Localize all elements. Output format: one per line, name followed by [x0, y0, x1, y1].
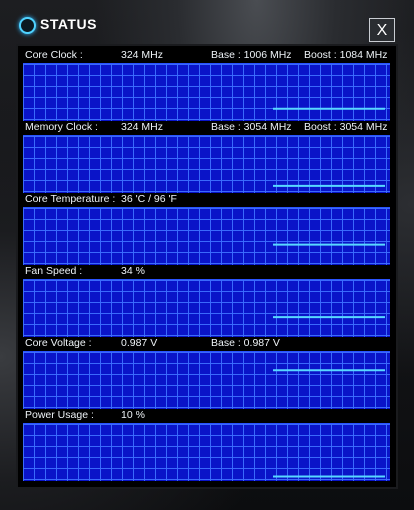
- memory-clock-label-row: Memory Clock : 324 MHz Base : 3054 MHz B…: [23, 120, 390, 134]
- core-clock-base: Base : 1006 MHz: [211, 49, 292, 61]
- core-voltage-label-row: Core Voltage : 0.987 V Base : 0.987 V: [23, 336, 390, 350]
- trace-line: [273, 475, 385, 478]
- core-temperature-graph: [23, 207, 390, 265]
- core-temperature-label-row: Core Temperature : 36 'C / 96 'F: [23, 192, 390, 206]
- window-frame: STATUS X Core Clock : 324 MHz Base : 100…: [0, 0, 414, 510]
- core-clock-graph: [23, 63, 390, 121]
- trace-line: [273, 107, 385, 110]
- core-clock-boost: Boost : 1084 MHz: [304, 49, 388, 61]
- core-voltage-graph: [23, 351, 390, 409]
- memory-clock-value: 324 MHz: [121, 121, 164, 133]
- fan-speed-label-row: Fan Speed : 34 %: [23, 264, 390, 278]
- window-title: STATUS: [40, 16, 97, 32]
- core-clock-value: 324 MHz: [121, 49, 164, 61]
- power-usage-section: Power Usage : 10 %: [23, 408, 390, 481]
- power-ring-icon: [19, 17, 36, 34]
- trace-line: [273, 369, 385, 372]
- memory-clock-section: Memory Clock : 324 MHz Base : 3054 MHz B…: [23, 120, 390, 193]
- core-clock-label-row: Core Clock : 324 MHz Base : 1006 MHz Boo…: [23, 48, 390, 62]
- trace-line: [273, 184, 385, 187]
- trace-line: [273, 243, 385, 246]
- trace-line: [273, 316, 385, 319]
- power-usage-graph: [23, 423, 390, 481]
- core-voltage-label: Core Voltage :: [25, 337, 92, 349]
- power-usage-value: 10 %: [121, 409, 145, 421]
- core-temperature-value: 36 'C / 96 'F: [121, 193, 177, 205]
- power-usage-label-row: Power Usage : 10 %: [23, 408, 390, 422]
- close-button[interactable]: X: [369, 18, 395, 42]
- status-panel: Core Clock : 324 MHz Base : 1006 MHz Boo…: [16, 44, 398, 489]
- fan-speed-graph: [23, 279, 390, 337]
- core-voltage-base: Base : 0.987 V: [211, 337, 280, 349]
- memory-clock-boost: Boost : 3054 MHz: [304, 121, 388, 133]
- fan-speed-value: 34 %: [121, 265, 145, 277]
- core-voltage-value: 0.987 V: [121, 337, 158, 349]
- title-bar[interactable]: STATUS X: [0, 0, 414, 44]
- core-clock-label: Core Clock :: [25, 49, 83, 61]
- core-temperature-section: Core Temperature : 36 'C / 96 'F: [23, 192, 390, 265]
- fan-speed-section: Fan Speed : 34 %: [23, 264, 390, 337]
- core-voltage-section: Core Voltage : 0.987 V Base : 0.987 V: [23, 336, 390, 409]
- core-temperature-label: Core Temperature :: [25, 193, 116, 205]
- memory-clock-base: Base : 3054 MHz: [211, 121, 292, 133]
- fan-speed-label: Fan Speed :: [25, 265, 83, 277]
- core-clock-section: Core Clock : 324 MHz Base : 1006 MHz Boo…: [23, 48, 390, 121]
- memory-clock-label: Memory Clock :: [25, 121, 98, 133]
- memory-clock-graph: [23, 135, 390, 193]
- power-usage-label: Power Usage :: [25, 409, 94, 421]
